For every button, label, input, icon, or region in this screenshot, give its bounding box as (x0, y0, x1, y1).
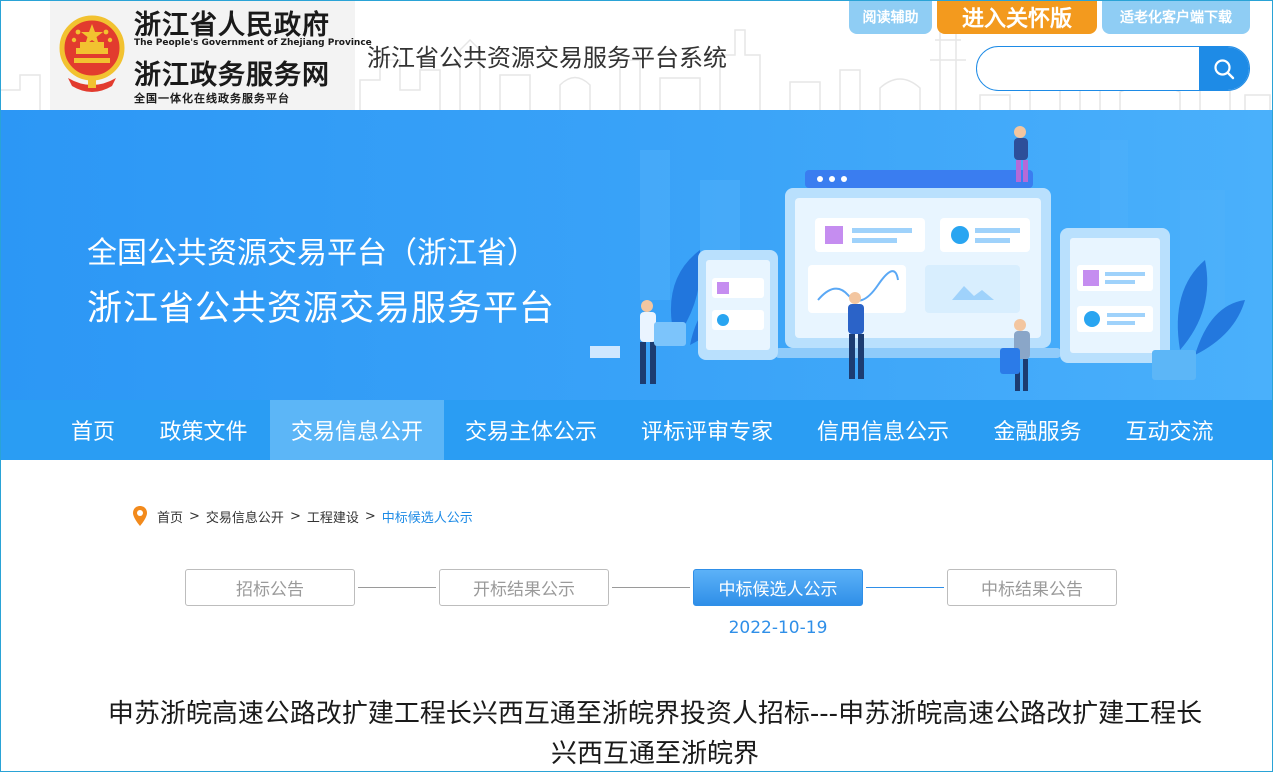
gov-logo-block[interactable]: 浙江省人民政府 The People's Government of Zheji… (50, 0, 372, 110)
search-input[interactable] (977, 47, 1199, 90)
search-button[interactable] (1199, 47, 1249, 90)
nav-item-experts[interactable]: 评标评审专家 (626, 400, 788, 460)
breadcrumb-home[interactable]: 首页 (157, 507, 183, 526)
article-title: 申苏浙皖高速公路改扩建工程长兴西互通至浙皖界投资人招标---申苏浙皖高速公路改扩… (107, 699, 1203, 769)
step-active-date: 2022-10-19 (728, 618, 828, 638)
breadcrumb-current: 中标候选人公示 (381, 510, 473, 526)
person-figure (1014, 126, 1028, 182)
breadcrumb-separator: > (364, 508, 376, 524)
nav-item-credit[interactable]: 信用信息公示 (802, 400, 964, 460)
location-pin-icon (133, 506, 147, 526)
breadcrumb-separator: > (289, 508, 301, 524)
hero-banner: 全国公共资源交易平台（浙江省） 浙江省公共资源交易服务平台 (0, 110, 1273, 400)
step-winning-result[interactable]: 中标结果公告 (947, 569, 1117, 606)
breadcrumb-engineering[interactable]: 工程建设 (307, 507, 359, 526)
main-nav: 首页 政策文件 交易信息公开 交易主体公示 评标评审专家 信用信息公示 金融服务… (0, 400, 1273, 460)
nav-item-home[interactable]: 首页 (55, 400, 131, 460)
gov-name-en: The People's Government of Zhejiang Prov… (134, 38, 372, 48)
top-header: 浙江省人民政府 The People's Government of Zheji… (0, 0, 1273, 110)
elderly-app-download-button[interactable]: 适老化客户端下载 (1102, 0, 1250, 34)
service-name-cn: 浙江政务服务网 (134, 60, 330, 91)
nav-item-trade-subject[interactable]: 交易主体公示 (450, 400, 612, 460)
step-winning-candidate[interactable]: 中标候选人公示 (693, 569, 863, 606)
breadcrumb-trade-info[interactable]: 交易信息公开 (206, 507, 284, 526)
step-connector (866, 587, 944, 588)
system-title: 浙江省公共资源交易服务平台系统 (367, 44, 727, 72)
platform-illustration (590, 126, 1245, 391)
gov-name-cn: 浙江省人民政府 (134, 10, 330, 41)
nav-item-policy[interactable]: 政策文件 (143, 400, 264, 460)
breadcrumb-separator: > (189, 508, 200, 524)
search-box (976, 46, 1250, 91)
breadcrumb: 首页 > 交易信息公开 > 工程建设 > 中标候选人公示 (132, 505, 473, 527)
reading-aid-button[interactable]: 阅读辅助 (849, 0, 932, 34)
step-connector (612, 587, 690, 588)
banner-title-line1: 全国公共资源交易平台（浙江省） (87, 236, 537, 271)
step-connector (358, 587, 436, 588)
nav-item-interaction[interactable]: 互动交流 (1110, 400, 1229, 460)
national-emblem-icon (59, 15, 125, 92)
care-mode-button[interactable]: 进入关怀版 (937, 0, 1097, 34)
step-bid-opening-result[interactable]: 开标结果公示 (439, 569, 609, 606)
nav-item-finance[interactable]: 金融服务 (978, 400, 1097, 460)
nav-item-trade-info[interactable]: 交易信息公开 (270, 400, 444, 460)
banner-title-line2: 浙江省公共资源交易服务平台 (87, 289, 556, 329)
search-icon (1214, 58, 1235, 79)
step-tender-notice[interactable]: 招标公告 (185, 569, 355, 606)
service-slogan: 全国一体化在线政务服务平台 (134, 92, 290, 105)
